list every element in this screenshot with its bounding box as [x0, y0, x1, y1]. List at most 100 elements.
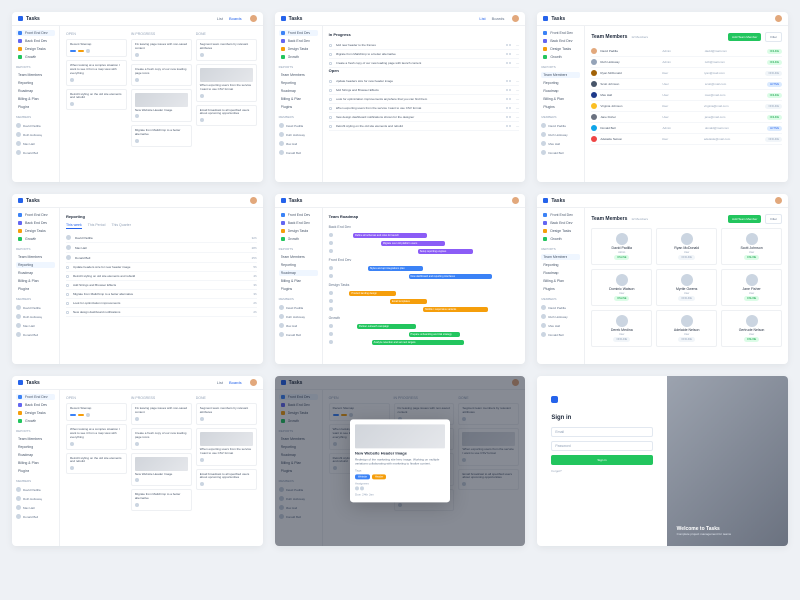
sidebar-page[interactable]: Plugins	[541, 286, 580, 292]
tag-chip[interactable]: Website	[355, 475, 370, 480]
sidebar-project[interactable]: Design Tasks	[16, 46, 55, 52]
sidebar-member[interactable]: David Padilla	[541, 122, 580, 129]
checkbox-icon[interactable]	[329, 107, 332, 110]
sidebar-page[interactable]: Reporting	[541, 262, 580, 268]
sidebar-member[interactable]: Max Hall	[16, 322, 55, 329]
report-row[interactable]: Donald Bell25h	[66, 253, 257, 263]
member-card[interactable]: Scott JohnsonUserONLINE	[721, 228, 782, 265]
sidebar-project[interactable]: Back End Dev	[279, 220, 318, 226]
sidebar-project[interactable]: Growth	[541, 236, 580, 242]
sidebar-page[interactable]: Plugins	[16, 468, 55, 474]
email-field[interactable]: Email	[551, 427, 652, 437]
sidebar-page[interactable]: Team Members	[16, 254, 55, 260]
member-card[interactable]: Jane FisherUserONLINE	[721, 269, 782, 306]
report-row[interactable]: Add Strings and Browser Effects3h	[66, 281, 257, 290]
report-row[interactable]: Look for optimization improvements2h	[66, 299, 257, 308]
sidebar-page[interactable]: Billing & Plan	[541, 278, 580, 284]
member-row[interactable]: Virginia JohnsonUservirginia@mail.comOFF…	[591, 101, 782, 112]
member-row[interactable]: David PadillaAdmindavid@mail.comONLINE	[591, 46, 782, 57]
sidebar-member[interactable]: Donald Bell	[16, 513, 55, 520]
sidebar-member[interactable]: David Padilla	[541, 304, 580, 311]
sidebar-project[interactable]: Design Tasks	[16, 410, 55, 416]
sidebar-project[interactable]: Growth	[541, 54, 580, 60]
sidebar-member[interactable]: Max Hall	[541, 322, 580, 329]
filter-button[interactable]: Filter	[765, 32, 782, 42]
add-member-button[interactable]: Add Team Member	[728, 215, 761, 223]
sidebar-page[interactable]: Team Members	[16, 436, 55, 442]
member-row[interactable]: Scott JohnsonUserscott@mail.comACTIVE	[591, 79, 782, 90]
user-avatar[interactable]	[250, 197, 257, 204]
filter-button[interactable]: Filter	[765, 214, 782, 224]
tab-list[interactable]: List	[217, 16, 223, 21]
sidebar-member[interactable]: David Padilla	[16, 122, 55, 129]
sidebar-project[interactable]: Front End Dev	[279, 30, 318, 36]
sidebar-member[interactable]: Donald Bell	[279, 331, 318, 338]
report-row[interactable]: Max Hall28h	[66, 243, 257, 253]
user-avatar[interactable]	[512, 15, 519, 22]
sidebar-member[interactable]: Donald Bell	[16, 149, 55, 156]
gantt-bar[interactable]: Analyze retention and set next targets	[372, 340, 464, 345]
member-row[interactable]: Donald BellAdmindonald@mail.comACTIVE	[591, 123, 782, 134]
gantt-bar[interactable]: Partner outreach campaign	[357, 324, 416, 329]
kanban-card[interactable]: Retrofit styling on the old site element…	[66, 453, 127, 475]
gantt-bar[interactable]: Setup reporting engines	[418, 249, 473, 254]
sidebar-project[interactable]: Design Tasks	[541, 228, 580, 234]
kanban-card[interactable]: Create a fresh copy of our new loading p…	[131, 64, 192, 86]
sidebar-project[interactable]: Front End Dev	[16, 30, 55, 36]
sidebar-project[interactable]: Back End Dev	[16, 38, 55, 44]
sidebar-project[interactable]: Design Tasks	[541, 46, 580, 52]
sidebar-member[interactable]: Ruth Holloway	[279, 131, 318, 138]
sidebar-project[interactable]: Design Tasks	[16, 228, 55, 234]
forgot-link[interactable]: Forgot?	[551, 469, 652, 473]
reporting-tab[interactable]: This Period	[88, 223, 106, 229]
user-avatar[interactable]	[250, 15, 257, 22]
gantt-bar[interactable]: New dashboard and reporting interfaces	[409, 274, 492, 279]
kanban-card[interactable]: When exporting users from the service I …	[196, 428, 257, 466]
sidebar-member[interactable]: Ruth Holloway	[279, 313, 318, 320]
member-row[interactable]: Ruth HollowayAdminruth@mail.comONLINE	[591, 57, 782, 68]
task-row[interactable]: Add new header to the frames⋯	[329, 41, 520, 50]
kanban-card[interactable]: Email broadcast to all specified users a…	[196, 105, 257, 127]
assignee-avatar[interactable]	[360, 487, 364, 491]
task-row[interactable]: Migrate from Mailchimp to a better alter…	[329, 50, 520, 59]
sidebar-member[interactable]: David Padilla	[279, 304, 318, 311]
task-row[interactable]: Update headers size for new header image…	[329, 77, 520, 86]
gantt-bar[interactable]: Define all schemas and roles for launch	[353, 233, 427, 238]
sidebar-member[interactable]: Max Hall	[16, 140, 55, 147]
sidebar-member[interactable]: Donald Bell	[541, 149, 580, 156]
checkbox-icon[interactable]	[329, 62, 332, 65]
sidebar-project[interactable]: Back End Dev	[541, 38, 580, 44]
member-card[interactable]: Derek MedinaUserOFFLINE	[591, 310, 652, 347]
kanban-card[interactable]: Retrofit styling on the old site element…	[66, 89, 127, 111]
gantt-bar[interactable]: Styles and api integrations plan	[368, 266, 423, 271]
kanban-card[interactable]: Recent Sitemap	[66, 39, 127, 57]
sidebar-project[interactable]: Growth	[279, 236, 318, 242]
sidebar-page[interactable]: Plugins	[279, 286, 318, 292]
sidebar-page[interactable]: Plugins	[279, 104, 318, 110]
sidebar-project[interactable]: Growth	[279, 54, 318, 60]
report-row[interactable]: Retrofit styling on old site elements an…	[66, 272, 257, 281]
sidebar-page[interactable]: Roadmap	[279, 270, 318, 276]
sidebar-page[interactable]: Reporting	[16, 262, 55, 268]
sidebar-member[interactable]: Max Hall	[16, 504, 55, 511]
kanban-card[interactable]: Segment team members by relevant attribu…	[196, 403, 257, 425]
checkbox-icon[interactable]	[329, 80, 332, 83]
kanban-card[interactable]: When looking at a complex situation I wa…	[66, 60, 127, 86]
sidebar-project[interactable]: Design Tasks	[279, 46, 318, 52]
sidebar-member[interactable]: Max Hall	[279, 322, 318, 329]
user-avatar[interactable]	[250, 379, 257, 386]
sidebar-project[interactable]: Front End Dev	[541, 30, 580, 36]
sidebar-member[interactable]: Max Hall	[541, 140, 580, 147]
gantt-bar[interactable]: Mobile / responsive variants	[423, 307, 488, 312]
kanban-card[interactable]: Segment team members by relevant attribu…	[196, 39, 257, 61]
kanban-card[interactable]: Create a fresh copy of our new loading p…	[131, 428, 192, 450]
sidebar-page[interactable]: Roadmap	[16, 270, 55, 276]
sidebar-page[interactable]: Plugins	[541, 104, 580, 110]
sidebar-member[interactable]: Donald Bell	[279, 149, 318, 156]
sidebar-page[interactable]: Team Members	[279, 254, 318, 260]
member-row[interactable]: Adelaide NelsonUseradelaide@mail.comOFFL…	[591, 134, 782, 145]
sidebar-project[interactable]: Back End Dev	[279, 38, 318, 44]
checkbox-icon[interactable]	[329, 53, 332, 56]
add-member-button[interactable]: Add Team Member	[728, 33, 761, 41]
sidebar-member[interactable]: Max Hall	[279, 140, 318, 147]
